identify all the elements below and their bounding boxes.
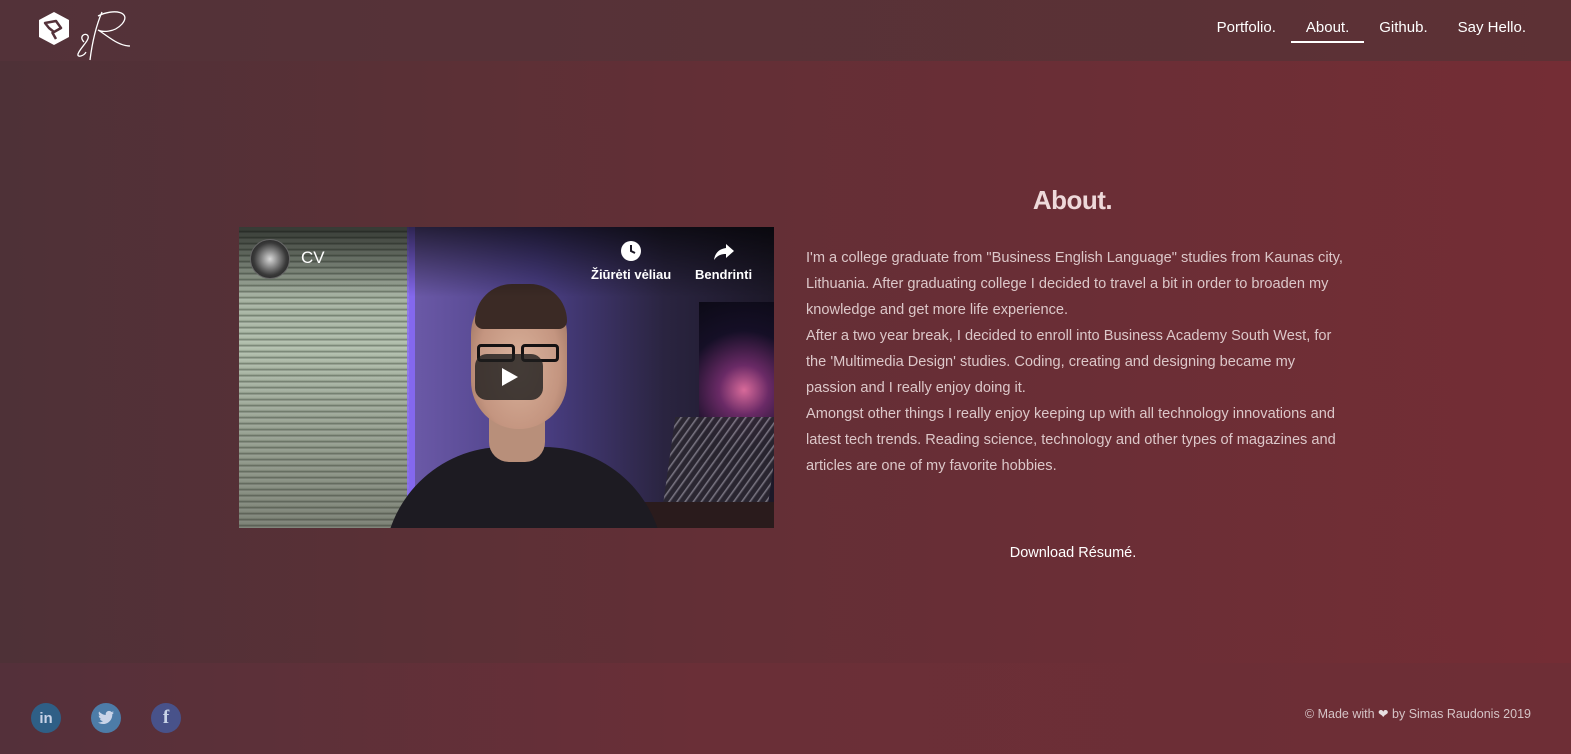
nav-portfolio[interactable]: Portfolio. — [1202, 18, 1291, 42]
copyright-text: © Made with ❤ by Simas Raudonis 2019 — [1304, 707, 1531, 721]
nav-say-hello[interactable]: Say Hello. — [1443, 18, 1541, 42]
play-button[interactable] — [475, 354, 543, 400]
twitter-icon[interactable] — [91, 703, 121, 733]
share-arrow-icon — [713, 244, 734, 260]
share-label: Bendrinti — [695, 267, 753, 282]
watch-later-button[interactable]: Žiūrėti vėliau — [591, 239, 671, 282]
download-resume-link[interactable]: Download Résumé. — [990, 545, 1156, 561]
nav-about[interactable]: About. — [1290, 18, 1365, 43]
watch-later-label: Žiūrėti vėliau — [591, 267, 672, 282]
about-title: About. — [1032, 185, 1113, 215]
heart-icon: ❤ — [1378, 707, 1389, 721]
facebook-icon[interactable]: f — [151, 703, 181, 733]
site-logo[interactable] — [34, 6, 144, 62]
about-paragraph: Amongst other things I really enjoy keep… — [806, 406, 1336, 474]
nav-github[interactable]: Github. — [1364, 18, 1442, 42]
video-player[interactable]: CV Žiūrėti vėliau Bendrinti — [239, 227, 774, 528]
about-paragraph: After a two year break, I decided to enr… — [806, 328, 1332, 396]
main-nav: Portfolio. About. Github. Say Hello. — [1202, 18, 1541, 43]
site-header: Portfolio. About. Github. Say Hello. — [0, 0, 1571, 61]
about-paragraph: I'm a college graduate from "Business En… — [806, 250, 1343, 318]
channel-avatar[interactable] — [250, 239, 290, 279]
clock-icon — [621, 241, 642, 261]
share-button[interactable]: Bendrinti — [695, 239, 752, 282]
about-text: I'm a college graduate from "Business En… — [806, 245, 1346, 479]
play-icon — [502, 368, 518, 386]
linkedin-icon[interactable]: in — [31, 703, 61, 733]
video-thumbnail-laptop — [662, 417, 774, 507]
video-title[interactable]: CV — [301, 248, 325, 268]
